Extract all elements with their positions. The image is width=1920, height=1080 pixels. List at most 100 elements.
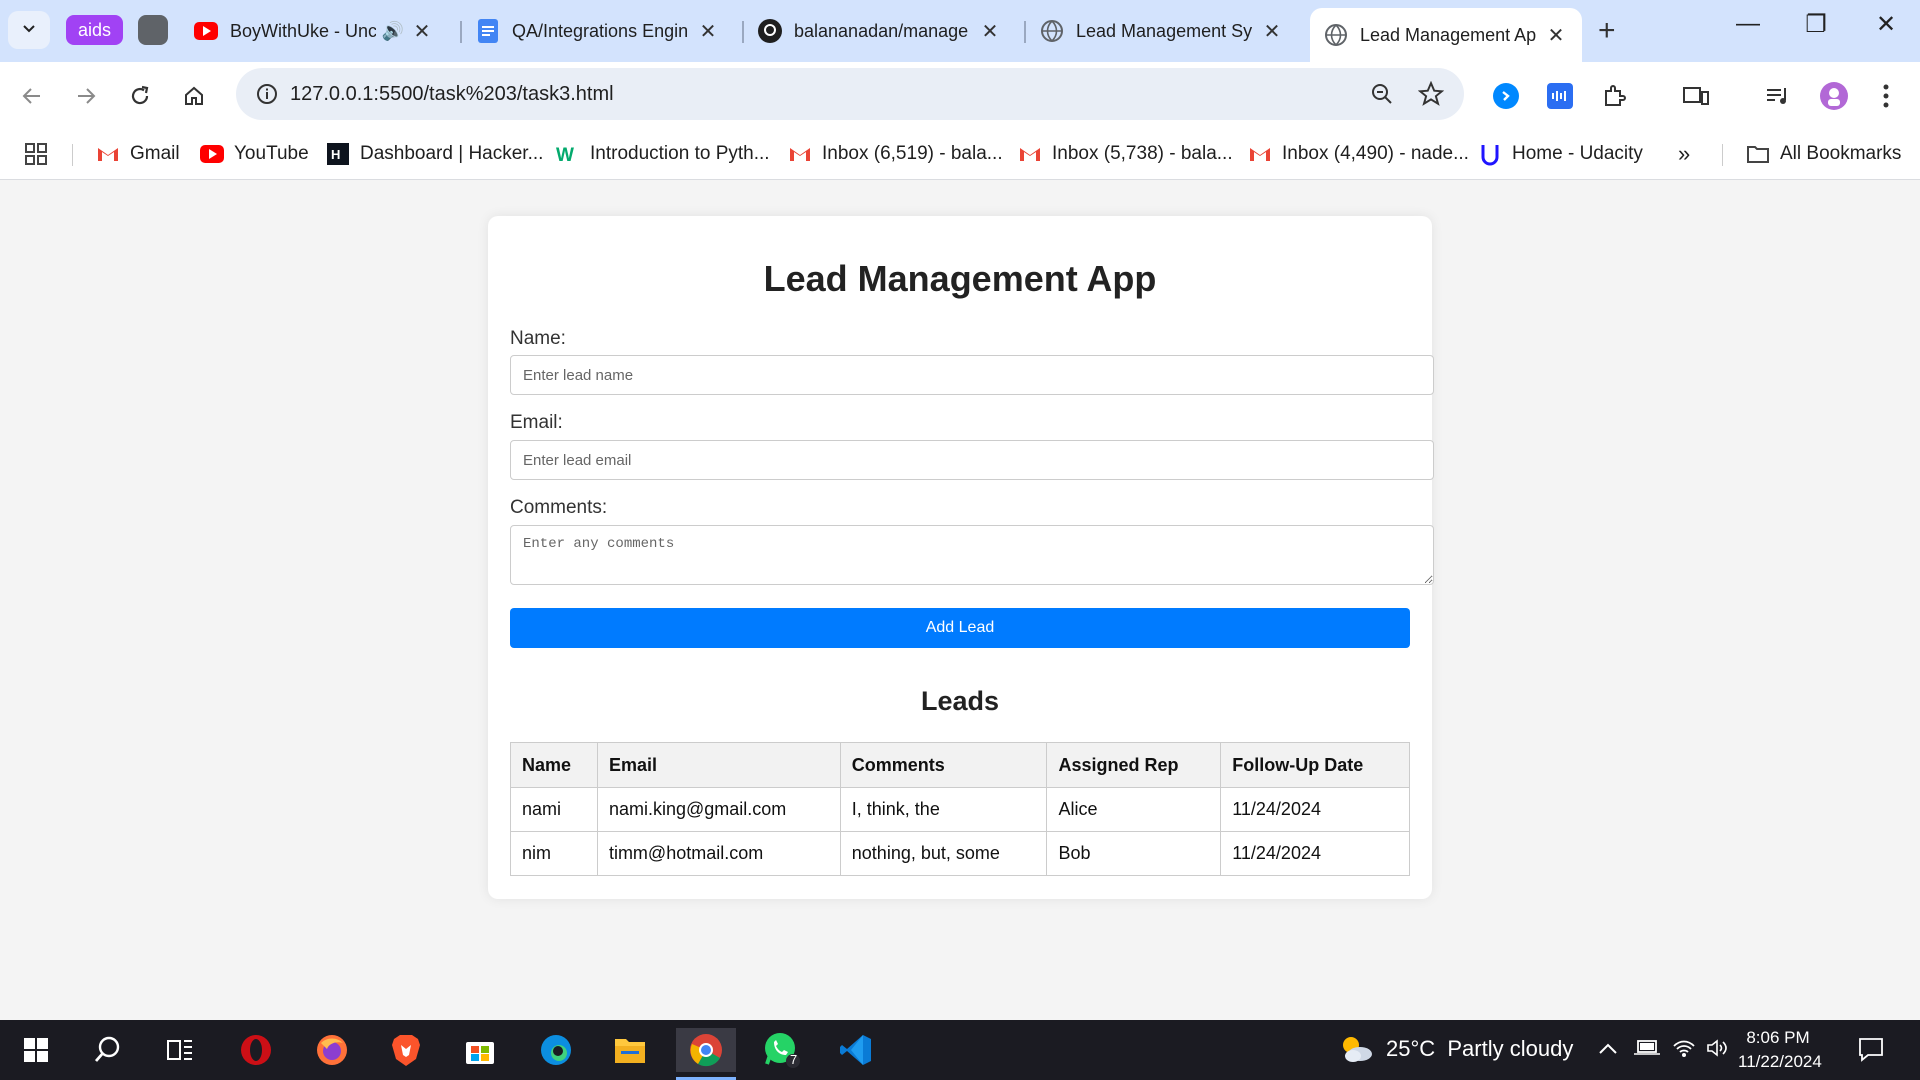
reload-button[interactable]	[124, 80, 156, 112]
name-input[interactable]	[510, 355, 1434, 395]
zoom-icon[interactable]	[1370, 82, 1394, 111]
star-icon[interactable]	[1417, 80, 1445, 112]
new-tab-button[interactable]: +	[1598, 14, 1616, 48]
minimize-button[interactable]: —	[1728, 10, 1768, 38]
restore-button[interactable]: ❐	[1796, 10, 1836, 39]
extension-icon-blue[interactable]	[1544, 80, 1576, 112]
youtube-icon	[200, 142, 224, 166]
lead-date-cell: 11/24/2024	[1220, 787, 1410, 832]
email-input[interactable]	[510, 440, 1434, 480]
chevron-down-icon	[21, 20, 37, 41]
bookmark-label: YouTube	[234, 143, 309, 164]
vscode-app-icon[interactable]	[826, 1028, 886, 1072]
microsoft-store-app-icon[interactable]	[450, 1028, 510, 1072]
svg-text:H: H	[331, 147, 340, 162]
start-button[interactable]	[6, 1028, 66, 1072]
docs-icon	[476, 19, 500, 43]
tab-title: Lead Management Ap	[1360, 24, 1537, 45]
folder-icon	[1746, 142, 1770, 166]
close-icon[interactable]: ✕	[978, 19, 1002, 44]
bookmark-udacity[interactable]: Home - Udacity	[1478, 140, 1643, 168]
tab-group-chip-collapsed[interactable]	[138, 15, 168, 45]
search-button[interactable]	[78, 1028, 138, 1072]
w3-icon: W	[556, 142, 580, 166]
tab-github[interactable]: balananadan/manage ✕	[744, 8, 1016, 54]
bookmark-inbox-1[interactable]: Inbox (6,519) - bala...	[788, 140, 1003, 168]
close-icon[interactable]: ✕	[410, 19, 434, 44]
edge-app-icon[interactable]	[526, 1028, 586, 1072]
opera-app-icon[interactable]	[226, 1028, 286, 1072]
bookmark-label: Inbox (4,490) - nade...	[1282, 143, 1469, 164]
more-menu-icon[interactable]	[1870, 80, 1902, 112]
hackerrank-icon: H	[326, 142, 350, 166]
tab-strip: aids BoyWithUke - Unc 🔊 ✕ QA/Integration…	[0, 0, 1920, 62]
search-icon	[94, 1036, 120, 1062]
weather-widget[interactable]: 25°C Partly cloudy	[1338, 1034, 1573, 1064]
close-icon[interactable]: ✕	[696, 19, 720, 44]
svg-text:W: W	[556, 145, 574, 164]
home-button[interactable]	[178, 80, 210, 112]
all-bookmarks-button[interactable]: All Bookmarks	[1746, 140, 1901, 168]
leads-heading: Leads	[920, 686, 1000, 716]
gmail-icon	[1248, 142, 1272, 166]
profile-avatar[interactable]	[1818, 80, 1850, 112]
task-view-button[interactable]	[150, 1028, 210, 1072]
bookmark-label: Inbox (5,738) - bala...	[1052, 143, 1233, 164]
shazam-extension-icon[interactable]	[1490, 80, 1522, 112]
site-info-icon[interactable]	[256, 83, 278, 105]
lead-email-cell: nami.king@gmail.com	[596, 787, 841, 832]
comments-textarea[interactable]	[510, 525, 1434, 585]
back-button[interactable]	[16, 80, 48, 112]
brave-app-icon[interactable]	[376, 1028, 436, 1072]
bookmark-inbox-2[interactable]: Inbox (5,738) - bala...	[1018, 140, 1233, 168]
gmail-icon	[96, 142, 120, 166]
system-clock[interactable]: 8:06 PM 11/22/2024	[1738, 1026, 1822, 1074]
tab-lead-management-app[interactable]: Lead Management Ap ✕	[1310, 8, 1582, 62]
battery-icon[interactable]	[1634, 1038, 1660, 1062]
tab-qa-integrations[interactable]: QA/Integrations Engin ✕	[462, 8, 734, 54]
lead-rep-cell: Alice	[1046, 787, 1222, 832]
bookmark-gmail[interactable]: Gmail	[96, 140, 180, 168]
notifications-icon[interactable]	[1858, 1036, 1884, 1068]
speaker-icon[interactable]: 🔊	[382, 21, 404, 42]
volume-icon[interactable]	[1706, 1038, 1730, 1064]
whatsapp-unread-badge: 7	[790, 1052, 798, 1067]
tab-boywithuke[interactable]: BoyWithUke - Unc 🔊 ✕	[180, 8, 448, 54]
browser-toolbar: 127.0.0.1:5500/task%203/task3.html	[0, 62, 1920, 128]
bookmark-youtube[interactable]: YouTube	[200, 140, 309, 168]
bookmarks-overflow-chevron-icon[interactable]: »	[1678, 140, 1690, 168]
lead-date-cell: 11/24/2024	[1220, 831, 1410, 876]
close-window-button[interactable]: ✕	[1866, 10, 1906, 39]
page-title: Lead Management App	[763, 258, 1157, 299]
table-row: nim timm@hotmail.com nothing, but, some …	[510, 831, 1410, 876]
extensions-puzzle-icon[interactable]	[1598, 80, 1630, 112]
close-icon[interactable]: ✕	[1260, 19, 1284, 44]
show-hidden-icons-chevron-icon[interactable]	[1598, 1038, 1618, 1061]
lead-rep-cell: Bob	[1046, 831, 1222, 876]
lead-comments-cell: I, think, the	[839, 787, 1048, 832]
firefox-app-icon[interactable]	[302, 1028, 362, 1072]
address-bar[interactable]: 127.0.0.1:5500/task%203/task3.html	[236, 68, 1464, 120]
lead-name-cell: nim	[510, 831, 598, 876]
bookmark-w3schools[interactable]: W Introduction to Pyth...	[556, 140, 770, 168]
chrome-app-icon[interactable]	[676, 1028, 736, 1080]
file-explorer-app-icon[interactable]	[600, 1028, 660, 1072]
lead-email-cell: timm@hotmail.com	[596, 831, 841, 876]
bookmark-hackerrank[interactable]: H Dashboard | Hacker...	[326, 140, 543, 168]
lead-name-cell: nami	[510, 787, 598, 832]
forward-button[interactable]	[70, 80, 102, 112]
wifi-icon[interactable]	[1672, 1038, 1696, 1064]
cast-devices-icon[interactable]	[1680, 80, 1712, 112]
url-text[interactable]: 127.0.0.1:5500/task%203/task3.html	[290, 83, 614, 106]
whatsapp-app-icon[interactable]: 7	[752, 1028, 812, 1072]
add-lead-button[interactable]: Add Lead	[510, 608, 1410, 648]
close-icon[interactable]: ✕	[1544, 23, 1568, 48]
tab-group-chip[interactable]: aids	[66, 15, 124, 45]
media-controls-icon[interactable]	[1762, 80, 1794, 112]
tab-search-button[interactable]	[8, 11, 50, 49]
bookmark-inbox-3[interactable]: Inbox (4,490) - nade...	[1248, 140, 1469, 168]
partly-cloudy-icon	[1338, 1034, 1374, 1064]
tab-lead-management-system[interactable]: Lead Management Sy ✕	[1026, 8, 1298, 54]
apps-grid-icon[interactable]	[24, 140, 48, 168]
home-icon	[185, 86, 203, 105]
